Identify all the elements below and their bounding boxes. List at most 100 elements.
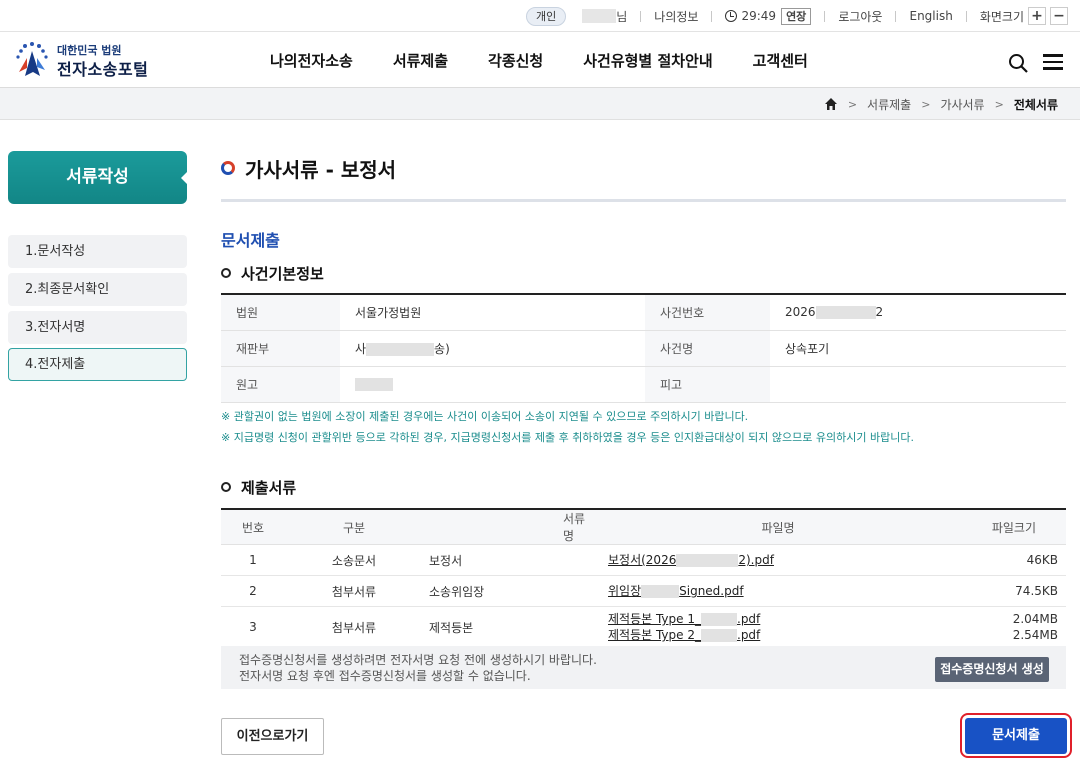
documents-table: 번호 구분 서류명 파일명 파일크기 1 소송문서 보정서 보정서(2026 2)…	[221, 508, 1066, 648]
division-value: 사 송)	[340, 330, 645, 367]
doc-type: 첨부서류	[285, 575, 423, 607]
masked-text	[676, 554, 739, 567]
doc-no: 2	[221, 575, 285, 607]
nav-procedure-guide[interactable]: 사건유형별 절차안내	[583, 50, 712, 71]
nav-document-submit[interactable]: 서류제출	[393, 50, 448, 71]
table-row: 법원 서울가정법원 사건번호 2026 2	[221, 294, 1066, 331]
sidebar-title: 서류작성	[8, 151, 188, 204]
division-label: 재판부	[221, 330, 340, 367]
home-icon[interactable]	[824, 97, 838, 111]
column-header: 번호	[221, 509, 285, 545]
defendant-label: 피고	[645, 366, 770, 403]
title-bullet-icon	[221, 161, 235, 175]
file-link[interactable]: 제적등본 Type 1_ .pdf	[608, 611, 963, 627]
masked-text	[701, 629, 737, 642]
masked-text	[366, 342, 435, 356]
masked-text	[355, 378, 393, 391]
sidebar-step-sign[interactable]: 3.전자서명	[8, 311, 187, 344]
case-info-table: 법원 서울가정법원 사건번호 2026 2 재판부 사 송) 사건명 상속포기 원고…	[221, 293, 1066, 403]
zoom-out-button[interactable]: −	[1050, 7, 1068, 25]
generate-receipt-button[interactable]: 접수증명신청서 생성	[935, 657, 1049, 682]
file-name-part: 제적등본 Type 2_	[608, 628, 701, 642]
extend-session-button[interactable]: 연장	[781, 7, 812, 25]
nav-customer-center[interactable]: 고객센터	[753, 50, 808, 71]
masked-text	[641, 585, 680, 598]
doc-no: 1	[221, 544, 285, 576]
chevron-right-icon: >	[994, 97, 1004, 111]
file-name-part: 제적등본 Type 1_	[608, 612, 701, 626]
logout-link[interactable]: 로그아웃	[838, 8, 882, 25]
utility-bar: 개인 님 나의정보 29:49 연장 로그아웃 English 화면크기 + −	[0, 0, 1080, 32]
english-link[interactable]: English	[909, 9, 952, 23]
zoom-in-button[interactable]: +	[1028, 7, 1046, 25]
receipt-message-line: 전자서명 요청 후엔 접수증명신청서를 생성할 수 없습니다.	[239, 669, 531, 683]
receipt-message-line: 접수증명신청서를 생성하려면 전자서명 요청 전에 생성하시기 바랍니다.	[239, 653, 597, 667]
case-name-label: 사건명	[645, 330, 770, 367]
file-name-part: 보정서(2026	[608, 553, 677, 567]
search-icon[interactable]	[1008, 53, 1028, 73]
notch-decoration	[181, 171, 188, 185]
nav-my-ecourt[interactable]: 나의전자소송	[270, 50, 353, 71]
case-number-prefix: 2026	[785, 305, 816, 320]
previous-button[interactable]: 이전으로가기	[221, 718, 324, 755]
site-logo[interactable]: 대한민국 법원 전자소송포털	[13, 40, 163, 80]
file-link[interactable]: 위임장 Signed.pdf	[608, 583, 963, 599]
my-info-link[interactable]: 나의정보	[654, 8, 698, 25]
divider	[965, 10, 967, 22]
file-name-part: 2).pdf	[738, 553, 774, 567]
court-value: 서울가정법원	[340, 294, 645, 331]
sidebar-title-text: 서류작성	[66, 167, 129, 187]
sidebar-step-confirm[interactable]: 2.최종문서확인	[8, 273, 187, 306]
file-name-part: 위임장	[608, 584, 642, 598]
chevron-right-icon: >	[847, 97, 858, 111]
table-row: 3 첨부서류 제적등본 제적등본 Type 1_ .pdf 제적등본 Type 2…	[221, 606, 1066, 648]
divider	[895, 10, 897, 22]
divider	[640, 10, 642, 22]
masked-text	[815, 306, 876, 320]
section-heading: 문서제출	[221, 231, 280, 250]
breadcrumb-current: 전체서류	[1013, 97, 1058, 112]
user-suffix: 님	[616, 9, 628, 24]
notice-text: ※ 관할권이 없는 법원에 소장이 제출된 경우에는 사건이 이송되어 소송이 …	[221, 410, 749, 423]
site-header: 대한민국 법원 전자소송포털 나의전자소송 서류제출 각종신청 사건유형별 절차…	[0, 32, 1080, 88]
title-divider	[221, 199, 1066, 202]
divider	[824, 10, 826, 22]
doc-no: 3	[221, 606, 285, 648]
file-link[interactable]: 보정서(2026 2).pdf	[608, 552, 963, 568]
file-size: 74.5KB	[963, 575, 1066, 607]
masked-text	[701, 613, 737, 626]
hamburger-menu-icon[interactable]	[1043, 54, 1063, 70]
file-size: 2.04MB	[1012, 612, 1058, 626]
doc-type: 소송문서	[285, 544, 423, 576]
receipt-generation-box: 접수증명신청서를 생성하려면 전자서명 요청 전에 생성하시기 바랍니다. 전자…	[221, 646, 1066, 689]
file-name-part: .pdf	[737, 612, 761, 626]
ring-bullet-icon	[221, 482, 231, 492]
breadcrumb-item[interactable]: 서류제출	[867, 96, 911, 113]
divider	[711, 10, 713, 22]
table-header-row: 번호 구분 서류명 파일명 파일크기	[221, 509, 1066, 545]
doc-file-cell: 위임장 Signed.pdf	[593, 575, 963, 607]
sidebar-step-write[interactable]: 1.문서작성	[8, 235, 187, 268]
submit-document-button[interactable]: 문서제출	[965, 718, 1067, 754]
nav-applications[interactable]: 각종신청	[488, 50, 543, 71]
doc-name: 제적등본	[423, 606, 593, 648]
case-info-heading-text: 사건기본정보	[241, 264, 324, 283]
doc-file-cell: 제적등본 Type 1_ .pdf 제적등본 Type 2_ .pdf	[593, 606, 963, 648]
doc-type: 첨부서류	[285, 606, 423, 648]
page-title: 가사서류 - 보정서	[221, 154, 396, 182]
file-name-part: Signed.pdf	[679, 584, 744, 598]
user-type-badge: 개인	[526, 6, 567, 26]
user-name-masked	[582, 9, 617, 23]
breadcrumb-item[interactable]: 가사서류	[940, 96, 984, 113]
table-row: 원고 피고	[221, 366, 1066, 403]
column-header: 구분	[285, 509, 423, 545]
doc-name: 보정서	[423, 544, 593, 576]
doc-file-cell: 보정서(2026 2).pdf	[593, 544, 963, 576]
file-size-cell: 2.04MB 2.54MB	[963, 606, 1066, 648]
plaintiff-value	[340, 366, 645, 403]
file-link[interactable]: 제적등본 Type 2_ .pdf	[608, 627, 963, 643]
column-header: 서류명	[423, 509, 593, 545]
ring-bullet-icon	[221, 268, 231, 278]
division-suffix: 송)	[434, 341, 450, 356]
sidebar-step-submit[interactable]: 4.전자제출	[8, 348, 187, 381]
